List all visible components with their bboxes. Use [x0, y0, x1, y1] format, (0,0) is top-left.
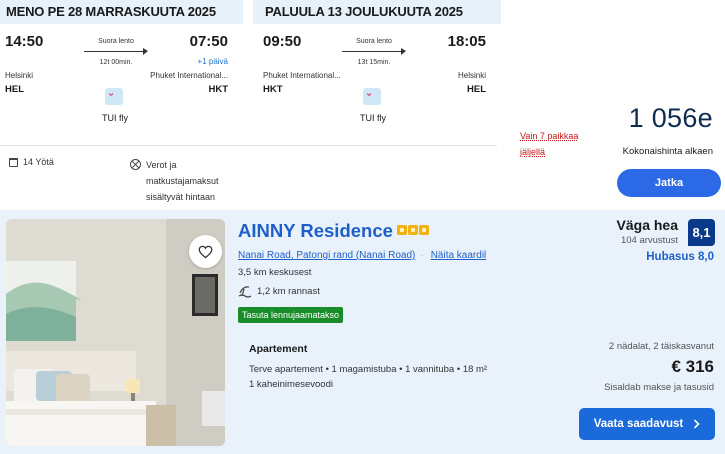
calendar-icon: [9, 157, 18, 167]
rating-label: Väga hea: [616, 217, 678, 233]
outbound-header: MENO PE 28 MARRASKUUTA 2025: [0, 0, 243, 24]
arrival-airport-code: HEL: [467, 84, 486, 95]
route-arrow-icon: [84, 47, 148, 56]
hotel-location: Nanai Road, Patongi rand (Nanai Road) · Nä…: [238, 250, 487, 261]
coziness-score: Hubasus 8,0: [646, 251, 714, 263]
taxes-info: Verot ja matkustajamaksut sisältyvät hin…: [130, 157, 240, 205]
departure-city: Phuket International...: [263, 71, 341, 80]
seats-left-warning: Vain 7 paikkaa jäljellä: [520, 131, 579, 157]
score-badge: 8,1: [688, 219, 715, 246]
hotel-card: AINNY Residence Nanai Road, Patongi rand…: [0, 210, 725, 454]
beach-icon: [238, 286, 252, 298]
star-icon: [419, 225, 429, 235]
return-header: PALUULA 13 JOULUKUUTA 2025: [253, 0, 501, 24]
arrival-city: Phuket International...: [150, 71, 228, 80]
see-availability-label: Vaata saadavust: [593, 418, 684, 430]
favorite-button[interactable]: [189, 235, 222, 268]
total-price: 1 056e: [628, 103, 713, 133]
arrival-airport-code: HKT: [208, 84, 228, 95]
price-includes-note: Sisaldab makse ja tasusid: [604, 382, 714, 393]
see-availability-button[interactable]: Vaata saadavust: [579, 408, 715, 440]
room-bed-line: 1 kaheinimesevoodi: [249, 379, 333, 390]
plus-day-label: +1 päivä: [197, 57, 228, 66]
no-fees-icon: [130, 159, 141, 170]
distance-to-beach: 1,2 km rannast: [238, 284, 320, 298]
tui-logo-icon: ᵕ: [105, 88, 123, 105]
show-on-map-link[interactable]: Näita kaardil: [431, 250, 487, 261]
airline-name: TUI fly: [102, 113, 128, 123]
departure-airport-code: HEL: [5, 84, 24, 95]
chevron-right-icon: [694, 419, 700, 429]
price-label: Kokonaishinta alkaen: [622, 146, 713, 157]
hotel-name-link[interactable]: AINNY Residence: [238, 220, 393, 242]
outbound-departure-time: 14:50: [5, 33, 44, 50]
flight-duration: 13t 15min.: [357, 59, 391, 66]
tui-logo-icon: ᵕ: [363, 88, 381, 105]
continue-button[interactable]: Jatka: [617, 169, 721, 197]
direct-flight-label: Suora lento: [98, 38, 134, 45]
divider: [0, 145, 497, 146]
arrival-city: Helsinki: [457, 71, 486, 80]
nights-info: 14 Yötä: [9, 157, 54, 167]
return-departure-time: 09:50: [263, 33, 302, 50]
flight-offer-card: MENO PE 28 MARRASKUUTA 2025 PALUULA 13 J…: [0, 0, 725, 210]
departure-airport-code: HKT: [263, 84, 283, 95]
airline-name: TUI fly: [360, 113, 386, 123]
outbound-arrival-time: 07:50: [189, 33, 228, 50]
star-icon: [408, 225, 418, 235]
return-arrival-time: 18:05: [447, 33, 486, 50]
room-type: Apartement: [249, 343, 308, 355]
return-leg: 09:50 Suora lento 13t 15min. 18:05 Phuke…: [258, 24, 498, 134]
taxes-label: Verot ja matkustajamaksut sisältyvät hin…: [146, 160, 219, 202]
departure-city: Helsinki: [5, 71, 34, 80]
hotel-photo[interactable]: [6, 219, 225, 446]
review-count[interactable]: 104 arvustust: [621, 235, 678, 246]
outbound-route: Suora lento 12t 00min.: [80, 38, 152, 66]
stay-info: 2 nädalat, 2 täiskasvanut: [608, 341, 714, 352]
route-arrow-icon: [342, 47, 406, 56]
flight-duration: 12t 00min.: [99, 59, 133, 66]
heart-icon: [198, 245, 213, 258]
direct-flight-label: Suora lento: [356, 38, 392, 45]
distance-to-center: 3,5 km keskusest: [238, 267, 312, 278]
address-link[interactable]: Nanai Road, Patongi rand (Nanai Road): [238, 250, 415, 261]
free-transfer-badge: Tasuta lennujaamatakso: [238, 307, 344, 323]
room-details: Terve apartement • 1 magamistuba • 1 van…: [249, 362, 539, 392]
nights-label: 14 Yötä: [23, 157, 54, 167]
outbound-leg: 14:50 Suora lento 12t 00min. 07:50 +1 pä…: [0, 24, 240, 134]
distance-beach-label: 1,2 km rannast: [257, 285, 320, 297]
star-rating: [397, 225, 429, 235]
return-route: Suora lento 13t 15min.: [338, 38, 410, 66]
room-price: € 316: [671, 357, 714, 376]
room-details-line: Terve apartement • 1 magamistuba • 1 van…: [249, 364, 488, 375]
star-icon: [397, 225, 407, 235]
